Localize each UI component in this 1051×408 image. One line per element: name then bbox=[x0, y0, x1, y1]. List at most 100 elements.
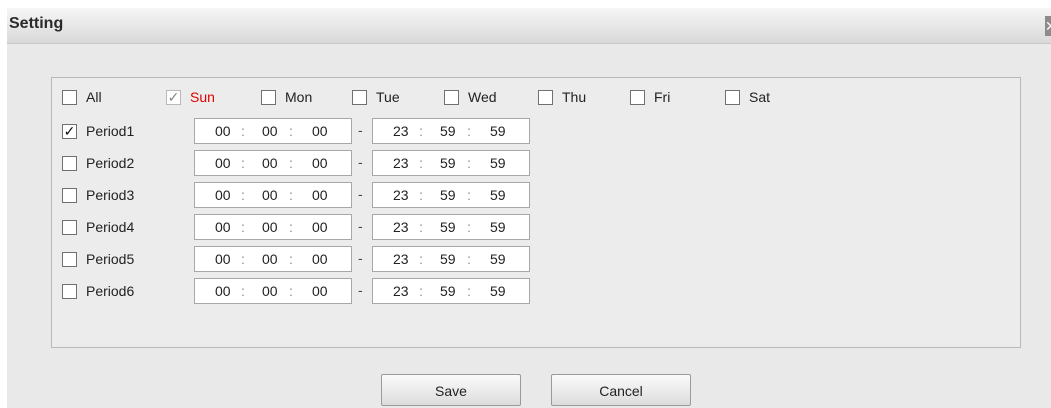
save-button[interactable]: Save bbox=[381, 374, 521, 406]
period-checkbox[interactable] bbox=[62, 188, 77, 203]
period-end-time-hour[interactable]: 23 bbox=[393, 215, 409, 239]
time-colon: : bbox=[289, 251, 293, 267]
close-icon[interactable]: ✕ bbox=[1045, 16, 1051, 36]
period-start-time-minute[interactable]: 00 bbox=[262, 119, 278, 143]
period-start-time[interactable]: 00 00 00:: bbox=[194, 246, 352, 272]
period-end-time-hour[interactable]: 23 bbox=[393, 151, 409, 175]
range-separator: - bbox=[358, 186, 363, 202]
period-start-time-second[interactable]: 00 bbox=[312, 151, 328, 175]
cancel-button[interactable]: Cancel bbox=[551, 374, 691, 406]
period-checkbox[interactable] bbox=[62, 156, 77, 171]
period-start-time-second[interactable]: 00 bbox=[312, 279, 328, 303]
period-start-time-hour[interactable]: 00 bbox=[215, 215, 231, 239]
period-end-time-second[interactable]: 59 bbox=[490, 151, 506, 175]
period-start-time-minute[interactable]: 00 bbox=[262, 151, 278, 175]
period-end-time-hour[interactable]: 23 bbox=[393, 247, 409, 271]
period-start-time-minute[interactable]: 00 bbox=[262, 215, 278, 239]
schedule-panel: All ✓ Sun Mon Tue Wed Thu Fri Sat ✓ Perio… bbox=[51, 77, 1021, 348]
period-end-time-minute[interactable]: 59 bbox=[440, 183, 456, 207]
time-colon: : bbox=[467, 251, 471, 267]
period-start-time-minute[interactable]: 00 bbox=[262, 279, 278, 303]
period-start-time-second[interactable]: 00 bbox=[312, 247, 328, 271]
period-end-time-minute[interactable]: 59 bbox=[440, 151, 456, 175]
time-colon: : bbox=[419, 155, 423, 171]
period-start-time-hour[interactable]: 00 bbox=[215, 119, 231, 143]
time-colon: : bbox=[467, 283, 471, 299]
period-row: ✓ Period1 00 00 00::23 59 59:: - bbox=[52, 117, 1020, 145]
day-label-fri: Fri bbox=[654, 89, 671, 105]
period-checkbox[interactable]: ✓ bbox=[62, 124, 77, 139]
period-end-time-minute[interactable]: 59 bbox=[440, 119, 456, 143]
time-colon: : bbox=[467, 187, 471, 203]
period-end-time-second[interactable]: 59 bbox=[490, 247, 506, 271]
day-label-sun: Sun bbox=[190, 89, 215, 105]
day-checkbox-wed[interactable] bbox=[444, 90, 459, 105]
period-checkbox[interactable] bbox=[62, 252, 77, 267]
time-colon: : bbox=[419, 283, 423, 299]
dialog-titlebar: Setting ✕ bbox=[7, 8, 1051, 44]
period-end-time[interactable]: 23 59 59:: bbox=[372, 150, 530, 176]
period-start-time-second[interactable]: 00 bbox=[312, 119, 328, 143]
time-colon: : bbox=[289, 283, 293, 299]
day-label-wed: Wed bbox=[468, 89, 497, 105]
period-start-time-second[interactable]: 00 bbox=[312, 215, 328, 239]
time-colon: : bbox=[467, 123, 471, 139]
period-end-time[interactable]: 23 59 59:: bbox=[372, 182, 530, 208]
period-end-time[interactable]: 23 59 59:: bbox=[372, 214, 530, 240]
time-colon: : bbox=[289, 123, 293, 139]
period-end-time-minute[interactable]: 59 bbox=[440, 279, 456, 303]
time-colon: : bbox=[289, 187, 293, 203]
period-end-time-second[interactable]: 59 bbox=[490, 279, 506, 303]
period-row: Period4 00 00 00::23 59 59:: - bbox=[52, 213, 1020, 241]
period-start-time[interactable]: 00 00 00:: bbox=[194, 118, 352, 144]
period-start-time[interactable]: 00 00 00:: bbox=[194, 214, 352, 240]
range-separator: - bbox=[358, 154, 363, 170]
period-start-time[interactable]: 00 00 00:: bbox=[194, 150, 352, 176]
period-start-time-hour[interactable]: 00 bbox=[215, 247, 231, 271]
period-checkbox[interactable] bbox=[62, 220, 77, 235]
period-start-time[interactable]: 00 00 00:: bbox=[194, 182, 352, 208]
period-end-time-minute[interactable]: 59 bbox=[440, 215, 456, 239]
day-row: All ✓ Sun Mon Tue Wed Thu Fri Sat bbox=[52, 86, 1020, 114]
period-label: Period1 bbox=[86, 123, 135, 139]
period-label: Period3 bbox=[86, 187, 135, 203]
day-label-tue: Tue bbox=[376, 89, 400, 105]
period-start-time-hour[interactable]: 00 bbox=[215, 279, 231, 303]
day-label-all: All bbox=[86, 89, 102, 105]
day-checkbox-all[interactable] bbox=[62, 90, 77, 105]
period-start-time[interactable]: 00 00 00:: bbox=[194, 278, 352, 304]
day-checkbox-thu[interactable] bbox=[538, 90, 553, 105]
day-label-sat: Sat bbox=[749, 89, 771, 105]
period-end-time-second[interactable]: 59 bbox=[490, 215, 506, 239]
time-colon: : bbox=[241, 187, 245, 203]
period-row: Period5 00 00 00::23 59 59:: - bbox=[52, 245, 1020, 273]
period-end-time[interactable]: 23 59 59:: bbox=[372, 278, 530, 304]
time-colon: : bbox=[419, 251, 423, 267]
period-start-time-hour[interactable]: 00 bbox=[215, 183, 231, 207]
time-colon: : bbox=[241, 283, 245, 299]
period-checkbox[interactable] bbox=[62, 284, 77, 299]
period-end-time[interactable]: 23 59 59:: bbox=[372, 118, 530, 144]
day-checkbox-sun[interactable]: ✓ bbox=[166, 90, 181, 105]
day-checkbox-tue[interactable] bbox=[352, 90, 367, 105]
range-separator: - bbox=[358, 218, 363, 234]
period-end-time-minute[interactable]: 59 bbox=[440, 247, 456, 271]
period-label: Period4 bbox=[86, 219, 135, 235]
day-checkbox-mon[interactable] bbox=[261, 90, 276, 105]
period-start-time-minute[interactable]: 00 bbox=[262, 247, 278, 271]
period-end-time-hour[interactable]: 23 bbox=[393, 183, 409, 207]
period-end-time-hour[interactable]: 23 bbox=[393, 279, 409, 303]
period-start-time-second[interactable]: 00 bbox=[312, 183, 328, 207]
period-end-time-hour[interactable]: 23 bbox=[393, 119, 409, 143]
period-end-time-second[interactable]: 59 bbox=[490, 183, 506, 207]
period-start-time-minute[interactable]: 00 bbox=[262, 183, 278, 207]
dialog-title: Setting bbox=[9, 15, 64, 32]
period-end-time-second[interactable]: 59 bbox=[490, 119, 506, 143]
range-separator: - bbox=[358, 282, 363, 298]
day-checkbox-sat[interactable] bbox=[725, 90, 740, 105]
period-end-time[interactable]: 23 59 59:: bbox=[372, 246, 530, 272]
period-start-time-hour[interactable]: 00 bbox=[215, 151, 231, 175]
day-checkbox-fri[interactable] bbox=[630, 90, 645, 105]
range-separator: - bbox=[358, 122, 363, 138]
time-colon: : bbox=[289, 155, 293, 171]
